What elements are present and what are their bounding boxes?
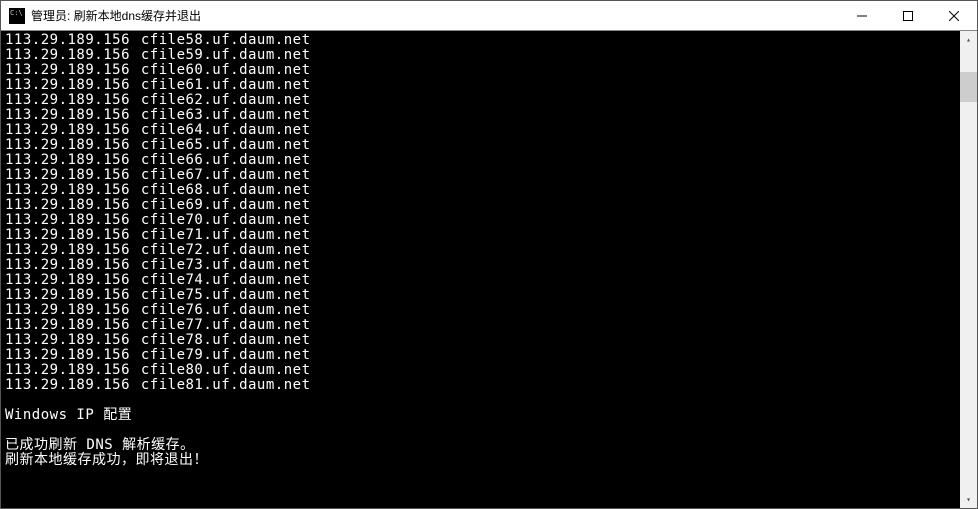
output-line: 113.29.189.156 cfile67.uf.daum.net <box>5 168 960 183</box>
hostname: cfile70.uf.daum.net <box>123 212 311 228</box>
output-line: 113.29.189.156 cfile65.uf.daum.net <box>5 138 960 153</box>
ip-address: 113.29.189.156 <box>5 78 123 93</box>
output-line: 113.29.189.156 cfile59.uf.daum.net <box>5 48 960 63</box>
hostname: cfile75.uf.daum.net <box>123 287 311 303</box>
window-title: 管理员: 刷新本地dns缓存并退出 <box>31 7 839 24</box>
close-button[interactable] <box>931 1 977 30</box>
ip-config-heading: Windows IP 配置 <box>5 408 960 423</box>
ip-address: 113.29.189.156 <box>5 123 123 138</box>
ip-address: 113.29.189.156 <box>5 93 123 108</box>
ip-address: 113.29.189.156 <box>5 273 123 288</box>
hostname: cfile81.uf.daum.net <box>123 377 311 393</box>
output-line: 113.29.189.156 cfile72.uf.daum.net <box>5 243 960 258</box>
hostname: cfile66.uf.daum.net <box>123 152 311 168</box>
hostname: cfile80.uf.daum.net <box>123 362 311 378</box>
ip-address: 113.29.189.156 <box>5 348 123 363</box>
hostname: cfile76.uf.daum.net <box>123 302 311 318</box>
output-line: 113.29.189.156 cfile79.uf.daum.net <box>5 348 960 363</box>
ip-address: 113.29.189.156 <box>5 183 123 198</box>
blank-line <box>5 393 960 408</box>
scroll-track[interactable] <box>960 48 977 491</box>
output-line: 113.29.189.156 cfile75.uf.daum.net <box>5 288 960 303</box>
minimize-button[interactable] <box>839 1 885 30</box>
ip-address: 113.29.189.156 <box>5 228 123 243</box>
ip-address: 113.29.189.156 <box>5 258 123 273</box>
ip-address: 113.29.189.156 <box>5 63 123 78</box>
output-line: 113.29.189.156 cfile80.uf.daum.net <box>5 363 960 378</box>
window-controls <box>839 1 977 30</box>
ip-address: 113.29.189.156 <box>5 378 123 393</box>
output-line: 113.29.189.156 cfile71.uf.daum.net <box>5 228 960 243</box>
scroll-down-arrow[interactable]: ▾ <box>960 491 977 508</box>
output-line: 113.29.189.156 cfile62.uf.daum.net <box>5 93 960 108</box>
hostname: cfile61.uf.daum.net <box>123 77 311 93</box>
output-line: 113.29.189.156 cfile61.uf.daum.net <box>5 78 960 93</box>
output-line: 113.29.189.156 cfile58.uf.daum.net <box>5 33 960 48</box>
scroll-thumb[interactable] <box>960 72 977 102</box>
hostname: cfile63.uf.daum.net <box>123 107 311 123</box>
hostname: cfile69.uf.daum.net <box>123 197 311 213</box>
ip-address: 113.29.189.156 <box>5 303 123 318</box>
output-line: 113.29.189.156 cfile60.uf.daum.net <box>5 63 960 78</box>
ip-address: 113.29.189.156 <box>5 213 123 228</box>
hostname: cfile73.uf.daum.net <box>123 257 311 273</box>
terminal-output[interactable]: 113.29.189.156 cfile58.uf.daum.net113.29… <box>1 31 960 508</box>
output-line: 113.29.189.156 cfile64.uf.daum.net <box>5 123 960 138</box>
output-line: 113.29.189.156 cfile63.uf.daum.net <box>5 108 960 123</box>
hostname: cfile64.uf.daum.net <box>123 122 311 138</box>
hostname: cfile67.uf.daum.net <box>123 167 311 183</box>
hostname: cfile60.uf.daum.net <box>123 62 311 78</box>
window-titlebar[interactable]: 管理员: 刷新本地dns缓存并退出 <box>1 1 977 31</box>
hostname: cfile71.uf.daum.net <box>123 227 311 243</box>
ip-address: 113.29.189.156 <box>5 138 123 153</box>
terminal-area: 113.29.189.156 cfile58.uf.daum.net113.29… <box>1 31 977 508</box>
ip-address: 113.29.189.156 <box>5 33 123 48</box>
blank-line <box>5 423 960 438</box>
maximize-button[interactable] <box>885 1 931 30</box>
output-line: 113.29.189.156 cfile73.uf.daum.net <box>5 258 960 273</box>
ip-address: 113.29.189.156 <box>5 363 123 378</box>
ip-address: 113.29.189.156 <box>5 333 123 348</box>
ip-address: 113.29.189.156 <box>5 153 123 168</box>
exit-msg: 刷新本地缓存成功，即将退出！ <box>5 453 960 468</box>
flush-success-msg: 已成功刷新 DNS 解析缓存。 <box>5 438 960 453</box>
scroll-up-arrow[interactable]: ▴ <box>960 31 977 48</box>
ip-address: 113.29.189.156 <box>5 198 123 213</box>
output-line: 113.29.189.156 cfile69.uf.daum.net <box>5 198 960 213</box>
hostname: cfile68.uf.daum.net <box>123 182 311 198</box>
output-line: 113.29.189.156 cfile78.uf.daum.net <box>5 333 960 348</box>
ip-address: 113.29.189.156 <box>5 108 123 123</box>
output-line: 113.29.189.156 cfile74.uf.daum.net <box>5 273 960 288</box>
hostname: cfile58.uf.daum.net <box>123 32 311 48</box>
ip-address: 113.29.189.156 <box>5 168 123 183</box>
ip-address: 113.29.189.156 <box>5 48 123 63</box>
vertical-scrollbar[interactable]: ▴ ▾ <box>960 31 977 508</box>
hostname: cfile65.uf.daum.net <box>123 137 311 153</box>
hostname: cfile77.uf.daum.net <box>123 317 311 333</box>
hostname: cfile62.uf.daum.net <box>123 92 311 108</box>
output-line: 113.29.189.156 cfile76.uf.daum.net <box>5 303 960 318</box>
output-line: 113.29.189.156 cfile81.uf.daum.net <box>5 378 960 393</box>
hostname: cfile74.uf.daum.net <box>123 272 311 288</box>
output-line: 113.29.189.156 cfile66.uf.daum.net <box>5 153 960 168</box>
output-line: 113.29.189.156 cfile70.uf.daum.net <box>5 213 960 228</box>
output-line: 113.29.189.156 cfile68.uf.daum.net <box>5 183 960 198</box>
ip-address: 113.29.189.156 <box>5 243 123 258</box>
output-line: 113.29.189.156 cfile77.uf.daum.net <box>5 318 960 333</box>
ip-address: 113.29.189.156 <box>5 318 123 333</box>
hostname: cfile59.uf.daum.net <box>123 47 311 63</box>
hostname: cfile78.uf.daum.net <box>123 332 311 348</box>
ip-address: 113.29.189.156 <box>5 288 123 303</box>
hostname: cfile72.uf.daum.net <box>123 242 311 258</box>
hostname: cfile79.uf.daum.net <box>123 347 311 363</box>
cmd-icon <box>9 8 25 24</box>
